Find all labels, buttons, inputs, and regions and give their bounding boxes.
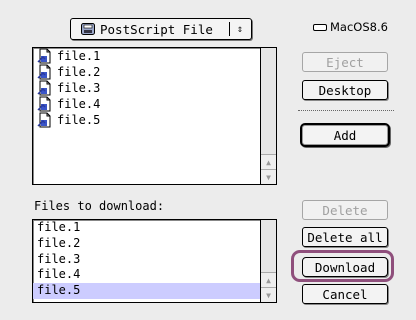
add-button[interactable]: Add <box>300 123 390 147</box>
document-icon <box>37 64 51 80</box>
volume-name: MacOS8.6 <box>330 20 388 34</box>
file-name: file.2 <box>57 65 101 79</box>
scroll-down-arrow-icon[interactable]: ▼ <box>261 169 276 184</box>
file-list[interactable]: file.1 file.2 file.3 file.4 file.5 ▲ ▼ <box>32 47 277 185</box>
file-list-item[interactable]: file.5 <box>33 112 260 128</box>
file-name: file.4 <box>57 97 101 111</box>
download-list-item[interactable]: file.5 <box>33 283 260 299</box>
file-list-item[interactable]: file.1 <box>33 48 260 64</box>
file-list-item[interactable]: file.4 <box>33 96 260 112</box>
file-list-item[interactable]: file.3 <box>33 80 260 96</box>
delete-button[interactable]: Delete <box>302 200 388 220</box>
files-to-download-label: Files to download: <box>34 199 165 213</box>
scroll-up-arrow-icon[interactable]: ▲ <box>261 272 276 287</box>
document-icon <box>37 48 51 64</box>
disk-icon <box>81 23 95 35</box>
delete-all-button[interactable]: Delete all <box>302 227 388 247</box>
download-list-item[interactable]: file.4 <box>33 267 260 283</box>
scroll-down-arrow-icon[interactable]: ▼ <box>261 287 276 302</box>
file-name: file.1 <box>57 49 101 63</box>
download-list-scrollbar[interactable]: ▲ ▼ <box>260 220 276 302</box>
download-list-item[interactable]: file.2 <box>33 236 260 252</box>
download-list-item[interactable]: file.3 <box>33 252 260 268</box>
file-list-scrollbar[interactable]: ▲ ▼ <box>260 48 276 184</box>
desktop-button[interactable]: Desktop <box>302 80 388 100</box>
file-type-label: PostScript File <box>100 21 213 37</box>
cancel-button[interactable]: Cancel <box>302 284 388 304</box>
hard-disk-icon <box>313 23 327 31</box>
popup-arrows-icon: ⇕ <box>229 22 247 36</box>
file-list-item[interactable]: file.2 <box>33 64 260 80</box>
document-icon <box>37 112 51 128</box>
download-button[interactable]: Download <box>302 257 388 277</box>
document-icon <box>37 96 51 112</box>
document-icon <box>37 80 51 96</box>
file-dialog: PostScript File ⇕ MacOS8.6 file.1 file.2 f… <box>0 0 416 320</box>
download-list-item[interactable]: file.1 <box>33 220 260 236</box>
scroll-up-arrow-icon[interactable]: ▲ <box>261 154 276 169</box>
file-name: file.3 <box>57 81 101 95</box>
button-separator <box>298 110 394 111</box>
volume-indicator: MacOS8.6 <box>313 20 388 34</box>
download-list[interactable]: file.1 file.2 file.3 file.4 file.5 ▲ ▼ <box>32 219 277 303</box>
file-name: file.5 <box>57 113 101 127</box>
eject-button[interactable]: Eject <box>302 52 388 72</box>
file-type-popup[interactable]: PostScript File ⇕ <box>70 18 252 40</box>
